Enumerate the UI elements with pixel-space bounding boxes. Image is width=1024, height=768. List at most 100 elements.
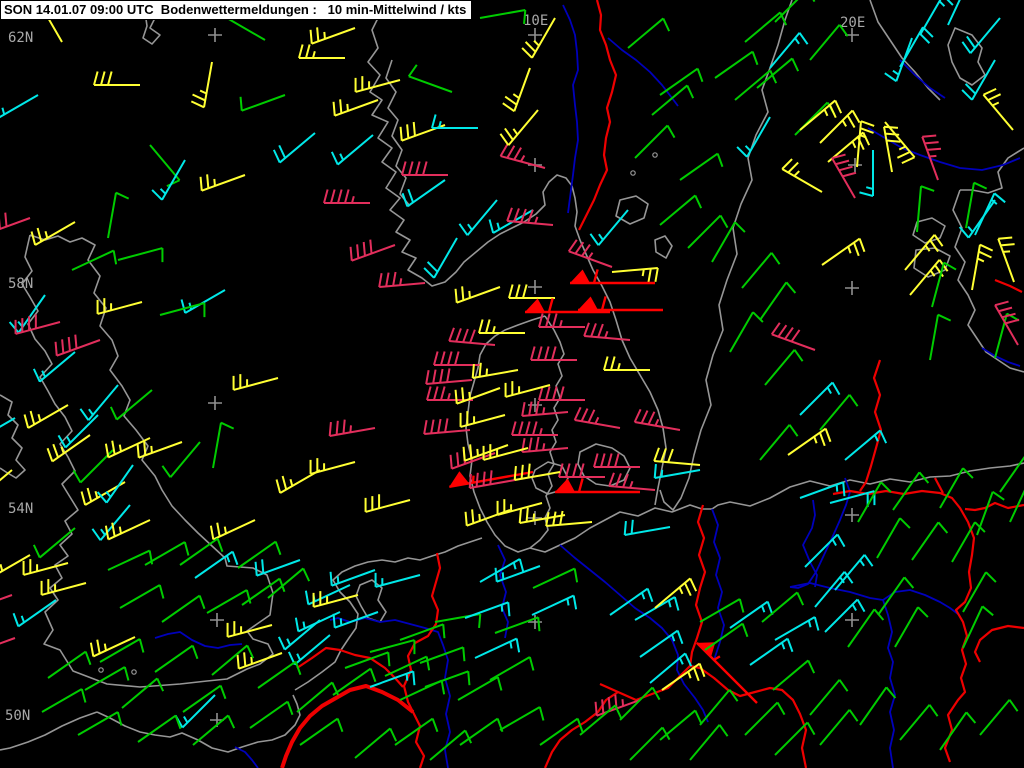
wind-barb (211, 644, 255, 676)
wind-barb (457, 676, 503, 701)
wind-barb (494, 616, 541, 634)
wind-barb (531, 594, 578, 616)
wind-barb (117, 247, 164, 263)
wind-barb (91, 504, 131, 541)
wind-barb (979, 699, 1019, 736)
wind-barb (623, 519, 671, 536)
wind-barb (425, 368, 473, 386)
wind-barb (0, 594, 13, 601)
wind-barb (627, 17, 671, 49)
wind-barb (328, 419, 376, 437)
title-bar: SON 14.01.07 09:00 UTC Bodenwettermeldun… (0, 0, 473, 20)
wind-barb (736, 116, 771, 158)
wind-barb (770, 322, 816, 351)
wind-barb (653, 463, 701, 479)
coastline (947, 27, 986, 86)
wind-barb (77, 711, 123, 736)
wind-barb (883, 125, 901, 173)
wind-barb (734, 69, 778, 101)
wind-barb (971, 243, 994, 291)
wind-barb (309, 27, 356, 45)
wind-barb (0, 212, 31, 230)
wind-barb (704, 622, 749, 651)
wind-barb (249, 700, 294, 729)
wind-barb (962, 571, 997, 613)
wind-barb (659, 194, 703, 226)
wind-barb (330, 134, 374, 166)
wind-barb (1009, 489, 1024, 523)
coastline (0, 394, 26, 479)
wind-barb (374, 572, 421, 588)
wind-barb (454, 286, 501, 304)
wind-barb (729, 311, 764, 353)
wind-barb (633, 408, 681, 431)
wind-barb (378, 271, 426, 289)
wind-barb (454, 387, 501, 405)
wind-barb (23, 404, 69, 429)
wind-barb (583, 322, 631, 341)
wind-barb (161, 594, 206, 623)
wind-barb (329, 569, 376, 587)
wind-barb (506, 207, 554, 226)
wind-barb (999, 455, 1024, 493)
country-border (859, 359, 883, 492)
wind-barb (511, 421, 558, 436)
wind-barb (772, 659, 816, 691)
wind-barb (521, 400, 569, 418)
wind-barb (499, 109, 539, 146)
wind-barb (741, 252, 781, 289)
wind-barb (821, 237, 866, 266)
river (154, 631, 243, 649)
wind-barb (819, 709, 859, 746)
wind-barb (426, 386, 473, 401)
country-border (832, 489, 976, 763)
wind-barb (239, 94, 286, 112)
wind-barb (884, 37, 913, 83)
wind-barb (349, 239, 396, 262)
wind-barb (608, 472, 656, 491)
graticule-cross (210, 613, 224, 627)
wind-barb (819, 394, 859, 431)
wind-barb (364, 494, 411, 513)
wind-barb (687, 214, 729, 249)
wind-barb (589, 209, 629, 246)
wind-barb (711, 221, 746, 263)
river (607, 37, 679, 107)
country-border (994, 278, 1023, 293)
wind-barb (916, 185, 935, 233)
wind-barb (856, 120, 875, 168)
wind-barb (0, 94, 39, 119)
wind-barb (804, 533, 846, 568)
wind-barb (831, 153, 857, 199)
wind-barb (459, 411, 506, 428)
wind-barb (407, 64, 453, 93)
wind-barb (254, 559, 301, 577)
wind-barb (236, 652, 283, 670)
wind-barb (401, 161, 448, 176)
country-border (599, 664, 808, 768)
wind-barb (369, 639, 416, 655)
wind-barb (539, 717, 584, 746)
wind-barb (573, 406, 621, 429)
graticule-cross (208, 396, 222, 410)
wind-barb (121, 677, 165, 709)
wind-barb (199, 174, 246, 192)
wind-barb (332, 99, 379, 117)
wind-barb (699, 689, 739, 726)
wind-barb (190, 61, 213, 109)
wind-barb (521, 436, 569, 454)
wind-barb (774, 721, 816, 756)
wind-barb (809, 679, 849, 716)
wind-barb (931, 261, 957, 308)
map-title: SON 14.01.07 09:00 UTC Bodenwettermeldun… (4, 2, 467, 17)
wind-barb (257, 660, 302, 689)
coastline (21, 234, 274, 688)
coastline (869, 0, 941, 101)
graticule-label: 54N (8, 501, 33, 517)
small-lake (131, 669, 137, 675)
wind-barb (179, 537, 224, 566)
wind-barb (323, 189, 370, 204)
wind-barb (578, 296, 663, 312)
wind-barb (96, 464, 134, 504)
wind-barb (834, 554, 874, 591)
